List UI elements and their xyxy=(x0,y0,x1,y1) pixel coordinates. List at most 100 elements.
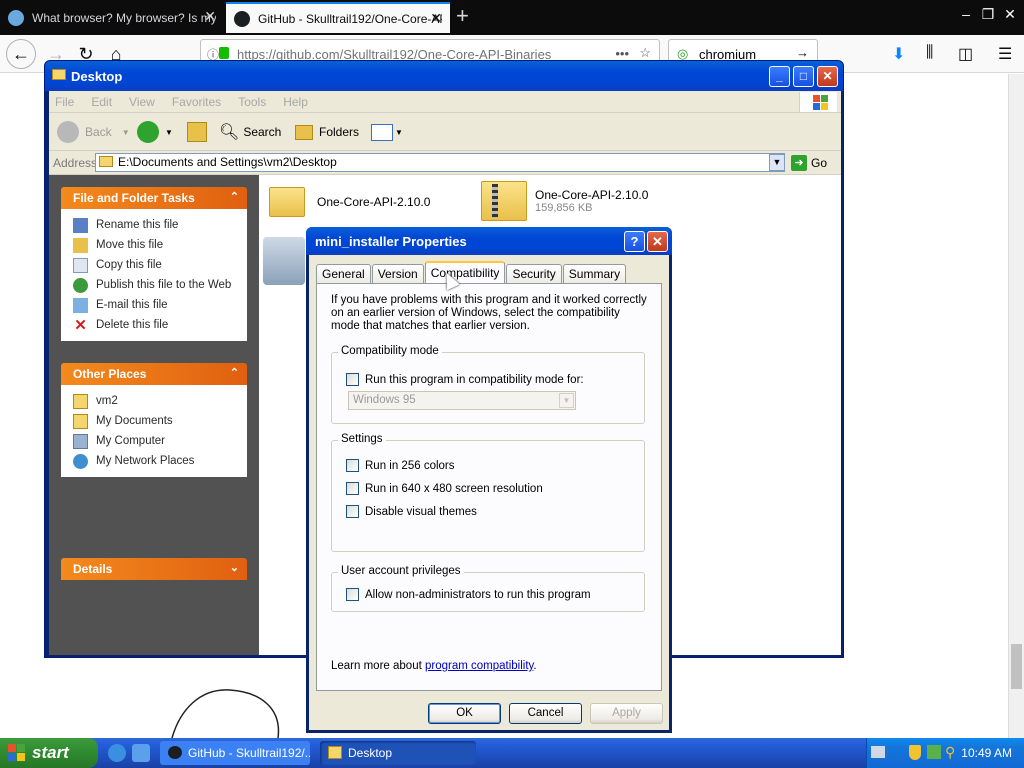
checkbox[interactable] xyxy=(346,588,359,601)
publish-file-link[interactable]: Publish this file to the Web xyxy=(73,275,247,295)
panel-header[interactable]: Other Places ⌃ xyxy=(61,363,247,385)
bookmark-star-icon[interactable]: ☆ xyxy=(639,45,651,61)
menu-file[interactable]: File xyxy=(55,95,74,109)
close-icon[interactable]: ✕ xyxy=(430,10,442,27)
place-vm2[interactable]: vm2 xyxy=(73,391,247,411)
security-shield-icon[interactable] xyxy=(909,745,921,760)
program-compatibility-link[interactable]: program compatibility xyxy=(425,660,533,672)
views-button[interactable]: ▼ xyxy=(371,120,403,144)
maximize-icon[interactable]: □ xyxy=(793,66,814,87)
move-file-link[interactable]: Move this file xyxy=(73,235,247,255)
menu-favorites[interactable]: Favorites xyxy=(172,95,221,109)
network-icon xyxy=(73,453,88,469)
email-file-link[interactable]: E-mail this file xyxy=(73,295,247,315)
restore-icon[interactable]: ❐ xyxy=(978,6,998,23)
keyboard-icon[interactable] xyxy=(871,746,885,758)
browser-tab-1[interactable]: What browser? My browser? Is my... ✕ xyxy=(0,2,224,33)
close-icon[interactable]: ✕ xyxy=(1000,6,1020,23)
rename-file-link[interactable]: Rename this file xyxy=(73,215,247,235)
setting-disable-themes-checkbox[interactable]: Disable visual themes xyxy=(346,505,477,518)
address-input[interactable]: E:\Documents and Settings\vm2\Desktop xyxy=(95,153,785,172)
forward-button[interactable]: ▼ xyxy=(137,120,173,144)
page-scrollbar[interactable] xyxy=(1008,74,1024,738)
tab-security[interactable]: Security xyxy=(506,264,562,283)
taskbar-item-github[interactable]: GitHub - Skulltrail192/... xyxy=(160,741,310,765)
group-title: User account privileges xyxy=(338,565,464,577)
checkbox[interactable] xyxy=(346,482,359,495)
ok-button[interactable]: OK xyxy=(428,703,501,724)
clock[interactable]: 10:49 AM xyxy=(961,746,1012,760)
close-icon[interactable]: ✕ xyxy=(647,231,668,252)
checkbox[interactable] xyxy=(346,505,359,518)
compatibility-panel: If you have problems with this program a… xyxy=(316,283,662,691)
back-arrow-icon[interactable]: ← xyxy=(6,39,36,69)
tab-compatibility[interactable]: Compatibility xyxy=(424,261,506,283)
checkbox[interactable] xyxy=(346,373,359,386)
menu-edit[interactable]: Edit xyxy=(91,95,112,109)
file-name: One-Core-API-2.10.0 xyxy=(535,188,649,202)
installer-file-icon[interactable] xyxy=(263,237,305,285)
checkbox[interactable] xyxy=(346,459,359,472)
chevron-down-icon[interactable]: ▼ xyxy=(559,393,574,408)
up-folder-icon xyxy=(187,122,207,142)
close-icon[interactable]: ✕ xyxy=(204,8,216,25)
download-icon[interactable]: ⬇ xyxy=(892,44,905,64)
collapse-icon[interactable]: ⌃ xyxy=(230,190,239,203)
zip-file-item[interactable]: One-Core-API-2.10.0 159,856 KB xyxy=(481,181,648,221)
checkbox-label: Run in 640 x 480 screen resolution xyxy=(365,482,543,495)
panel-header[interactable]: Details ⌄ xyxy=(61,558,247,580)
chevron-down-icon[interactable]: ▼ xyxy=(769,154,785,171)
back-button[interactable]: Back ▼ xyxy=(57,120,130,144)
copy-file-link[interactable]: Copy this file xyxy=(73,255,247,275)
search-icon[interactable]: ⚲ xyxy=(945,744,955,761)
menu-tools[interactable]: Tools xyxy=(238,95,266,109)
github-icon xyxy=(234,10,250,27)
apply-button[interactable]: Apply xyxy=(590,703,663,724)
browser-tab-2[interactable]: GitHub - Skulltrail192/One-Core-API... ✕ xyxy=(226,2,450,33)
folder-item[interactable]: One-Core-API-2.10.0 xyxy=(269,187,430,217)
minimize-icon[interactable]: – xyxy=(956,6,976,22)
help-icon[interactable]: ? xyxy=(624,231,645,252)
folders-button[interactable]: Folders xyxy=(295,120,359,144)
new-tab-button[interactable]: + xyxy=(456,4,469,28)
tab-version[interactable]: Version xyxy=(371,264,424,283)
taskbar-item-desktop[interactable]: Desktop xyxy=(320,741,476,765)
page-actions-icon[interactable]: ••• xyxy=(615,46,629,61)
expand-icon[interactable]: ⌄ xyxy=(230,561,239,574)
tab-general[interactable]: General xyxy=(316,264,371,283)
dialog-title-bar[interactable]: mini_installer Properties ? ✕ xyxy=(306,227,672,255)
menu-help[interactable]: Help xyxy=(283,95,308,109)
panel-header[interactable]: File and Folder Tasks ⌃ xyxy=(61,187,247,209)
library-icon[interactable]: ⫼ xyxy=(926,44,933,62)
tab-summary[interactable]: Summary xyxy=(562,264,627,283)
place-my-network-places[interactable]: My Network Places xyxy=(73,451,247,471)
panel-title: Other Places xyxy=(73,367,147,381)
up-folder-button[interactable] xyxy=(187,120,207,144)
place-my-documents[interactable]: My Documents xyxy=(73,411,247,431)
delete-file-link[interactable]: ✕ Delete this file xyxy=(73,315,247,335)
go-arrow-icon[interactable]: → xyxy=(796,45,809,60)
sidebar-icon[interactable]: ◫ xyxy=(958,44,973,64)
setting-640x480-checkbox[interactable]: Run in 640 x 480 screen resolution xyxy=(346,482,543,495)
allow-non-admins-checkbox[interactable]: Allow non-administrators to run this pro… xyxy=(346,588,591,601)
setting-256-colors-checkbox[interactable]: Run in 256 colors xyxy=(346,459,455,472)
menu-icon[interactable]: ☰ xyxy=(998,44,1012,64)
place-my-computer[interactable]: My Computer xyxy=(73,431,247,451)
place-label: vm2 xyxy=(96,395,118,407)
close-icon[interactable]: ✕ xyxy=(817,66,838,87)
cancel-button[interactable]: Cancel xyxy=(509,703,582,724)
minimize-icon[interactable]: _ xyxy=(769,66,790,87)
menu-view[interactable]: View xyxy=(129,95,155,109)
collapse-icon[interactable]: ⌃ xyxy=(230,366,239,379)
ie-icon[interactable] xyxy=(108,744,126,762)
go-button[interactable]: ➜ Go xyxy=(791,154,837,172)
compat-os-select[interactable]: Windows 95 ▼ xyxy=(348,391,576,410)
explorer-title-bar[interactable]: Desktop _ □ ✕ xyxy=(45,61,843,91)
show-desktop-icon[interactable] xyxy=(132,744,150,762)
learn-more-text: Learn more about program compatibility. xyxy=(331,660,537,672)
compat-mode-checkbox[interactable]: Run this program in compatibility mode f… xyxy=(346,373,584,386)
search-button[interactable]: 🔍︎ Search xyxy=(219,120,281,144)
network-icon[interactable] xyxy=(927,745,941,759)
scrollbar-thumb[interactable] xyxy=(1011,644,1022,689)
start-button[interactable]: start xyxy=(0,738,98,768)
